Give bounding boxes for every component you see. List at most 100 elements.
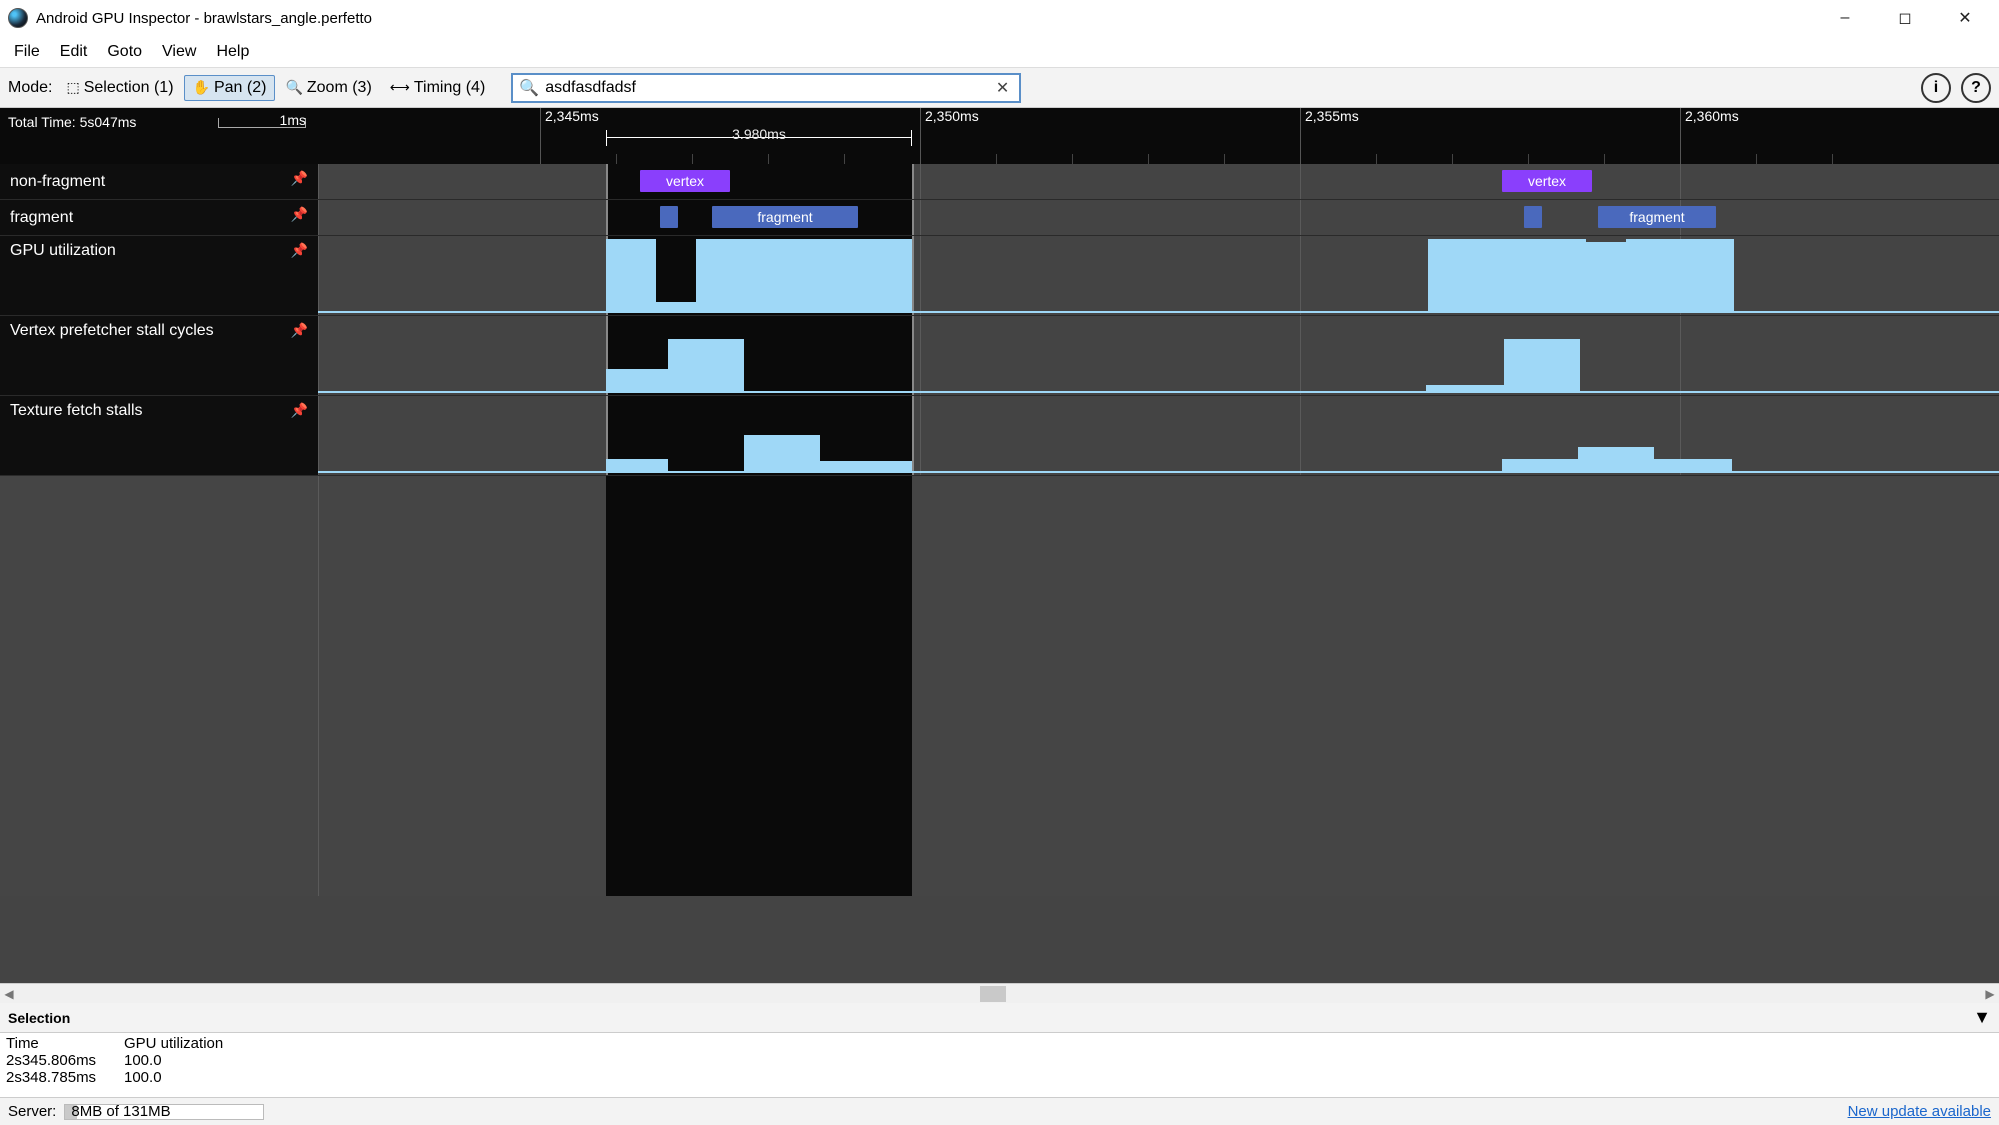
track-fragment[interactable]: fragment 📌 fragment fragment <box>0 200 1999 236</box>
ruler-tick-2355: 2,355ms <box>1300 108 1359 164</box>
gpu-util-notch-2 <box>1586 236 1626 242</box>
track-nonfragment[interactable]: non-fragment 📌 vertex vertex <box>0 164 1999 200</box>
search-box[interactable]: 🔍 ✕ <box>511 73 1021 103</box>
scroll-left-icon[interactable]: ◀ <box>0 987 18 1001</box>
selection-icon: ⬚ <box>66 79 79 96</box>
info-button[interactable]: i <box>1921 73 1951 103</box>
gpu-util-bar-1[interactable] <box>606 239 912 311</box>
track-vertex-stall[interactable]: Vertex prefetcher stall cycles 📌 <box>0 316 1999 396</box>
mode-pan[interactable]: ✋ Pan (2) <box>184 75 276 101</box>
vtx-stall-bar-2[interactable] <box>668 339 744 391</box>
col-value-header[interactable]: GPU utilization <box>124 1035 264 1052</box>
maximize-button[interactable]: ◻ <box>1875 0 1935 36</box>
pin-icon[interactable]: 📌 <box>291 322 308 339</box>
chip-vertex-1[interactable]: vertex <box>640 170 730 192</box>
vtx-stall-bar-3b[interactable] <box>1426 385 1504 391</box>
chip-fragment-small-1[interactable] <box>660 206 678 228</box>
vtx-stall-bar-1[interactable] <box>606 369 668 391</box>
pin-icon[interactable]: 📌 <box>291 170 308 187</box>
menu-goto[interactable]: Goto <box>97 39 152 65</box>
pin-icon[interactable]: 📌 <box>291 402 308 419</box>
close-button[interactable]: ✕ <box>1935 0 1995 36</box>
chip-fragment-small-2[interactable] <box>1524 206 1542 228</box>
track-vertex-stall-label: Vertex prefetcher stall cycles 📌 <box>0 316 318 395</box>
mode-zoom[interactable]: 🔍 Zoom (3) <box>277 76 379 100</box>
ruler-axis: 2,345ms 2,350ms 2,355ms 2,360ms 3.980ms <box>318 108 1999 164</box>
menu-view[interactable]: View <box>152 39 206 65</box>
cell-time: 2s348.785ms <box>6 1069 124 1086</box>
chevron-down-icon[interactable]: ▼ <box>1973 1007 1991 1028</box>
mode-selection[interactable]: ⬚ Selection (1) <box>58 76 181 100</box>
vtx-stall-bar-3[interactable] <box>1504 339 1580 391</box>
timing-icon: ⟷ <box>390 79 410 96</box>
hand-icon: ✋ <box>193 79 210 96</box>
mode-label: Mode: <box>8 79 52 97</box>
chip-fragment-2[interactable]: fragment <box>1598 206 1716 228</box>
mode-timing-label: Timing (4) <box>414 79 485 97</box>
ruler-tick-2350: 2,350ms <box>920 108 979 164</box>
chip-fragment-1[interactable]: fragment <box>712 206 858 228</box>
cell-value: 100.0 <box>124 1069 264 1086</box>
selection-table-header: Time GPU utilization <box>6 1035 1993 1052</box>
tex-stall-bar-4[interactable] <box>1654 459 1732 471</box>
tex-stall-bar-1[interactable] <box>606 459 668 471</box>
tex-stall-bar-3a[interactable] <box>1502 459 1578 471</box>
track-nonfragment-body[interactable]: vertex vertex <box>318 164 1999 199</box>
tex-stall-bar-3[interactable] <box>1578 447 1654 471</box>
track-fragment-label: fragment 📌 <box>0 200 318 235</box>
titlebar: Android GPU Inspector - brawlstars_angle… <box>0 0 1999 36</box>
timeline[interactable]: Total Time: 5s047ms 1ms 2,345ms 2,350ms … <box>0 108 1999 983</box>
track-fragment-body[interactable]: fragment fragment <box>318 200 1999 235</box>
ruler-tick-2345: 2,345ms <box>540 108 599 164</box>
statusbar: Server: 8MB of 131MB New update availabl… <box>0 1097 1999 1125</box>
ruler-selection-span-label: 3.980ms <box>732 126 786 142</box>
selection-panel-title: Selection <box>8 1010 70 1026</box>
total-time-label: Total Time: 5s047ms 1ms <box>0 108 318 164</box>
track-gpu-utilization[interactable]: GPU utilization 📌 <box>0 236 1999 316</box>
mode-selection-label: Selection (1) <box>84 79 174 97</box>
tracks-empty <box>0 476 1999 896</box>
horizontal-scrollbar[interactable]: ◀ ▶ <box>0 983 1999 1003</box>
cell-value: 100.0 <box>124 1052 264 1069</box>
selection-row[interactable]: 2s345.806ms 100.0 <box>6 1052 1993 1069</box>
mode-timing[interactable]: ⟷ Timing (4) <box>382 76 494 100</box>
mode-zoom-label: Zoom (3) <box>307 79 372 97</box>
tracks-container: non-fragment 📌 vertex vertex fragment 📌 <box>0 164 1999 983</box>
tex-stall-bar-2b[interactable] <box>820 461 912 471</box>
server-memory-meter: 8MB of 131MB <box>64 1104 264 1120</box>
chip-vertex-2[interactable]: vertex <box>1502 170 1592 192</box>
menu-help[interactable]: Help <box>206 39 259 65</box>
server-memory-text: 8MB of 131MB <box>65 1105 263 1119</box>
app-icon <box>8 8 28 28</box>
toolbar: Mode: ⬚ Selection (1) ✋ Pan (2) 🔍 Zoom (… <box>0 68 1999 108</box>
menubar: File Edit Goto View Help <box>0 36 1999 68</box>
track-nonfragment-label: non-fragment 📌 <box>0 164 318 199</box>
track-texture-stall[interactable]: Texture fetch stalls 📌 <box>0 396 1999 476</box>
scroll-right-icon[interactable]: ▶ <box>1981 987 1999 1001</box>
gpu-util-bar-2[interactable] <box>1428 239 1734 311</box>
ruler-scale-label: 1ms <box>280 112 306 128</box>
timeline-ruler: Total Time: 5s047ms 1ms 2,345ms 2,350ms … <box>0 108 1999 164</box>
track-texture-stall-body[interactable] <box>318 396 1999 475</box>
menu-edit[interactable]: Edit <box>50 39 98 65</box>
pin-icon[interactable]: 📌 <box>291 242 308 259</box>
menu-file[interactable]: File <box>4 39 50 65</box>
clear-search-icon[interactable]: ✕ <box>986 78 1019 98</box>
gpu-util-notch-1 <box>656 236 696 302</box>
ruler-selection-span: 3.980ms <box>606 130 912 146</box>
mode-pan-label: Pan (2) <box>214 79 266 97</box>
tex-stall-bar-2[interactable] <box>744 435 820 471</box>
minimize-button[interactable]: – <box>1815 0 1875 36</box>
search-input[interactable] <box>545 75 986 101</box>
col-time-header[interactable]: Time <box>6 1035 124 1052</box>
help-button[interactable]: ? <box>1961 73 1991 103</box>
update-available-link[interactable]: New update available <box>1848 1103 1991 1120</box>
pin-icon[interactable]: 📌 <box>291 206 308 223</box>
selection-panel-header[interactable]: Selection ▼ <box>0 1003 1999 1033</box>
selection-row[interactable]: 2s348.785ms 100.0 <box>6 1069 1993 1086</box>
track-vertex-stall-body[interactable] <box>318 316 1999 395</box>
scroll-thumb[interactable] <box>980 986 1006 1002</box>
zoom-icon: 🔍 <box>285 79 302 96</box>
window-title: Android GPU Inspector - brawlstars_angle… <box>36 10 372 27</box>
track-gpu-utilization-body[interactable] <box>318 236 1999 315</box>
